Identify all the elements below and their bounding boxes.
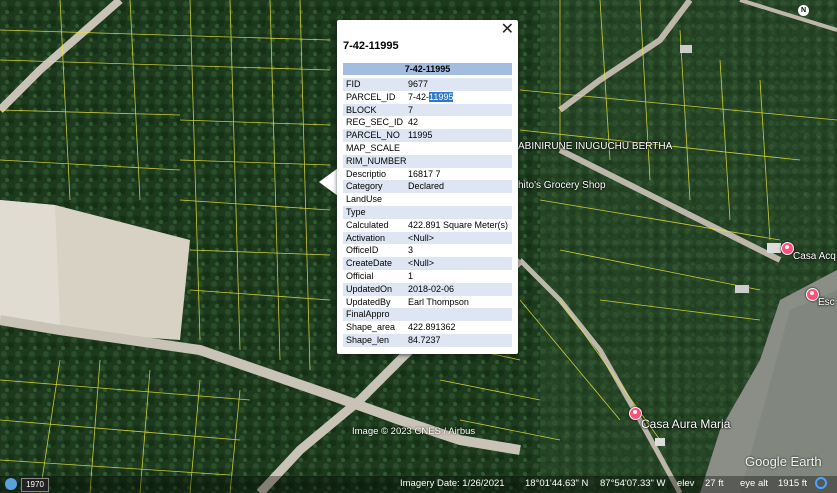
year-chip[interactable]: 1970 [21,478,49,492]
table-row: Calculated 422.891 Square Meter(s) [343,219,512,232]
attr-value: 422.891362 [408,322,456,333]
table-row: MAP_SCALE [343,142,512,155]
attr-key: Descriptio [346,168,387,179]
table-row: CreateDate <Null> [343,257,512,270]
attr-key: Shape_len [346,334,390,345]
map-label-casa-acq[interactable]: Casa Acq [793,251,836,262]
attr-key: BLOCK [346,104,377,115]
attr-value: <Null> [408,258,435,269]
table-row: Official 1 [343,270,512,283]
attr-value: 2018-02-06 [408,283,455,294]
attr-key: MAP_SCALE [346,142,401,153]
attr-value: 7 [408,104,414,115]
attribute-table: FID 9677 PARCEL_ID 7-42-11995 BLOCK 7 REG_S… [343,78,512,347]
table-row: FinalAppro [343,308,512,322]
table-row: Activation <Null> [343,231,512,245]
attr-key: FinalAppro [346,309,390,320]
table-row: UpdatedBy Earl Thompson [343,296,512,309]
imagery-attribution: Image © 2023 CNES / Airbus [352,426,476,437]
table-row: BLOCK 7 [343,103,512,117]
map-label-esc[interactable]: Esc [818,297,835,308]
map-label-casa-aura[interactable]: Casa Aura Maria [641,417,730,431]
attr-key: PARCEL_NO [346,130,400,141]
latitude-readout: 18°01'44.63" N [525,478,589,489]
table-row: REG_SEC_ID 42 [343,116,512,129]
attr-value: 9677 [408,79,429,89]
table-row: Category Declared [343,180,512,194]
parcel-info-popup: ✕ 7-42-11995 7-42-11995 FID 9677 PARCEL_I… [337,20,518,354]
attr-key: REG_SEC_ID [346,117,404,128]
table-row: Shape_area 422.891362 [343,321,512,334]
elevation-value: 27 ft [705,478,724,489]
selected-text[interactable]: 11995 [429,91,454,102]
eye-alt-value: 1915 ft [778,478,808,489]
elevation-label: elev [677,478,695,489]
attr-value-prefix: 7-42- [408,91,430,102]
attr-key: Official [346,270,374,281]
historical-imagery-icon[interactable] [5,478,17,490]
attr-key: LandUse [346,194,383,205]
table-row: PARCEL_NO 11995 [343,129,512,142]
table-row: LandUse [343,193,512,206]
longitude-readout: 87°54'07.33" W [600,478,666,489]
attr-value: 11995 [408,130,433,141]
popup-title: 7-42-11995 [343,40,399,52]
table-row: Descriptio 16817 7 [343,168,512,181]
attr-value: 422.891 Square Meter(s) [408,219,509,230]
attr-key: Calculated [346,219,389,230]
attr-key: Shape_area [346,322,396,333]
table-row: RIM_NUMBER [343,154,512,168]
attr-value: Earl Thompson [408,296,469,307]
attribute-table-header: 7-42-11995 [343,63,512,75]
attr-value[interactable]: 7-42-11995 [408,91,454,104]
table-row: Type [343,205,512,219]
map-label-grocery[interactable]: hito's Grocery Shop [518,180,606,191]
imagery-date: Imagery Date: 1/26/2021 [400,478,505,489]
attr-key: FID [346,79,361,89]
attr-key: UpdatedBy [346,296,391,307]
google-earth-logo: Google Earth [745,454,822,469]
eye-alt-label: eye alt [740,478,768,489]
attr-key: PARCEL_ID [346,91,396,102]
table-row: FID 9677 [343,78,512,91]
table-row: OfficeID 3 [343,244,512,257]
attr-value: 3 [408,245,414,256]
attr-key: Activation [346,232,386,243]
attr-value: Declared [408,181,445,192]
table-row: PARCEL_ID 7-42-11995 [343,91,512,104]
attr-value: 42 [408,117,419,128]
attr-key: CreateDate [346,258,393,269]
popup-pointer [319,168,338,196]
attr-value: 16817 7 [408,168,441,179]
table-row: Shape_len 84.7237 [343,333,512,347]
attr-value: 84.7237 [408,334,441,345]
close-icon[interactable]: ✕ [501,21,514,39]
attr-key: OfficeID [346,245,379,256]
attr-key: Type [346,206,366,217]
map-label-owner[interactable]: ABINIRUNE INUGUCHU BERTHA [518,141,672,152]
attr-key: UpdatedOn [346,283,393,294]
attr-key: Category [346,181,383,192]
attr-key: RIM_NUMBER [346,155,407,166]
table-row: UpdatedOn 2018-02-06 [343,282,512,296]
attr-value: <Null> [408,232,435,243]
globe-icon[interactable] [815,477,827,489]
attr-value: 1 [408,270,414,281]
compass-icon[interactable]: N [798,5,809,16]
